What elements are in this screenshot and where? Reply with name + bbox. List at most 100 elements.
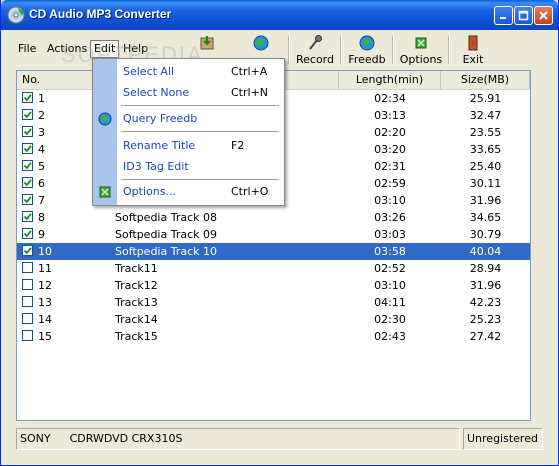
track-size: 31.96: [469, 194, 502, 207]
track-checkbox[interactable]: [22, 92, 33, 103]
track-title: Softpedia Track 10: [115, 245, 218, 258]
track-title: Track15: [115, 330, 158, 343]
menu-separator: [121, 179, 279, 180]
window-title: CD Audio MP3 Converter: [29, 7, 172, 21]
track-number: 3: [38, 126, 45, 139]
track-title: Track11: [115, 262, 158, 275]
menu-select-all[interactable]: Select All Ctrl+A: [117, 63, 284, 81]
track-checkbox[interactable]: [22, 126, 33, 137]
checkmark-icon: [23, 230, 32, 238]
maximize-button[interactable]: [514, 6, 533, 25]
extract-icon: [200, 36, 214, 50]
menu-rename-title[interactable]: Rename Title F2: [117, 137, 284, 155]
options-icon: [99, 186, 111, 198]
track-checkbox[interactable]: [22, 143, 33, 154]
globe-encode-icon: [253, 35, 269, 51]
track-size: 30.11: [469, 177, 502, 190]
track-length: 02:31: [374, 160, 406, 173]
table-row[interactable]: 12 Track12 03:10 31.96: [17, 277, 530, 294]
menu-separator: [121, 131, 279, 132]
track-length: 02:59: [374, 177, 406, 190]
track-title: Track12: [115, 279, 158, 292]
track-size: 28.94: [469, 262, 502, 275]
track-number: 8: [38, 211, 45, 224]
checkmark-icon: [23, 213, 32, 221]
menu-options[interactable]: Options... Ctrl+O: [117, 183, 284, 201]
track-checkbox[interactable]: [22, 262, 33, 273]
options-toolbar-button[interactable]: Options: [397, 34, 445, 66]
options-label: Options: [399, 53, 443, 66]
track-size: 42.23: [469, 296, 502, 309]
track-length: 03:26: [374, 211, 406, 224]
menu-file[interactable]: File: [15, 40, 39, 58]
track-checkbox[interactable]: [22, 279, 33, 290]
track-checkbox[interactable]: [22, 330, 33, 341]
track-checkbox[interactable]: [22, 177, 33, 188]
checkmark-icon: [23, 111, 32, 119]
checkmark-icon: [23, 162, 32, 170]
track-checkbox[interactable]: [22, 160, 33, 171]
track-number: 15: [38, 330, 52, 343]
title-bar[interactable]: CD Audio MP3 Converter: [1, 0, 558, 30]
track-checkbox[interactable]: [22, 194, 33, 205]
column-header-size[interactable]: Size(MB): [441, 71, 530, 89]
track-checkbox[interactable]: [22, 313, 33, 324]
table-row[interactable]: 10 Softpedia Track 10 03:58 40.04: [17, 243, 530, 260]
track-checkbox[interactable]: [22, 245, 33, 256]
options-icon: [415, 37, 427, 49]
checkmark-icon: [23, 145, 32, 153]
checkmark-icon: [23, 196, 32, 204]
track-number: 2: [38, 109, 45, 122]
table-row[interactable]: 15 Track15 02:43 27.42: [17, 328, 530, 345]
track-size: 31.96: [469, 279, 502, 292]
track-size: 25.40: [469, 160, 502, 173]
rename-title-shortcut: F2: [231, 139, 245, 152]
track-title: Softpedia Track 09: [115, 228, 218, 241]
track-length: 03:20: [374, 143, 406, 156]
track-checkbox[interactable]: [22, 228, 33, 239]
menu-id3-tag-edit[interactable]: ID3 Tag Edit: [117, 158, 284, 176]
checkmark-icon: [23, 247, 32, 255]
track-length: 02:20: [374, 126, 406, 139]
track-size: 25.23: [469, 313, 502, 326]
cd-app-icon: [7, 6, 25, 24]
track-title: Track14: [115, 313, 158, 326]
table-row[interactable]: 14 Track14 02:30 25.23: [17, 311, 530, 328]
track-number: 9: [38, 228, 45, 241]
exit-door-icon: [468, 35, 478, 51]
track-checkbox[interactable]: [22, 109, 33, 120]
freedb-toolbar-button[interactable]: Freedb: [345, 34, 389, 66]
select-all-shortcut: Ctrl+A: [231, 65, 268, 78]
track-size: 40.04: [469, 245, 502, 258]
table-row[interactable]: 8 Softpedia Track 08 03:26 34.65: [17, 209, 530, 226]
drive-panel: SONY CDRWDVD CRX310S: [16, 428, 460, 450]
track-length: 03:10: [374, 279, 406, 292]
menu-separator: [121, 105, 279, 106]
track-length: 02:30: [374, 313, 406, 326]
column-header-length[interactable]: Length(min): [339, 71, 441, 89]
drive-model: CDRWDVD CRX310S: [69, 432, 183, 445]
close-button[interactable]: [534, 6, 553, 25]
record-toolbar-button[interactable]: Record: [293, 34, 337, 66]
minimize-button[interactable]: [494, 6, 513, 25]
freedb-label: Freedb: [348, 53, 386, 66]
table-row[interactable]: 11 Track11 02:52 28.94: [17, 260, 530, 277]
edit-menu-dropdown: Select All Ctrl+A Select None Ctrl+N Que…: [92, 58, 285, 206]
track-size: 30.79: [469, 228, 502, 241]
select-none-shortcut: Ctrl+N: [231, 86, 269, 99]
track-checkbox[interactable]: [22, 211, 33, 222]
table-row[interactable]: 13 Track13 04:11 42.23: [17, 294, 530, 311]
exit-toolbar-button[interactable]: Exit: [453, 34, 493, 66]
menu-query-freedb[interactable]: Query Freedb: [117, 110, 284, 128]
track-length: 03:10: [374, 194, 406, 207]
track-checkbox[interactable]: [22, 296, 33, 307]
close-icon: [539, 11, 548, 20]
track-number: 4: [38, 143, 45, 156]
globe-freedb-icon: [359, 35, 375, 51]
track-number: 13: [38, 296, 52, 309]
track-size: 32.47: [469, 109, 502, 122]
menu-select-none[interactable]: Select None Ctrl+N: [117, 84, 284, 102]
table-row[interactable]: 9 Softpedia Track 09 03:03 30.79: [17, 226, 530, 243]
track-length: 02:34: [374, 92, 406, 105]
track-size: 34.65: [469, 211, 502, 224]
